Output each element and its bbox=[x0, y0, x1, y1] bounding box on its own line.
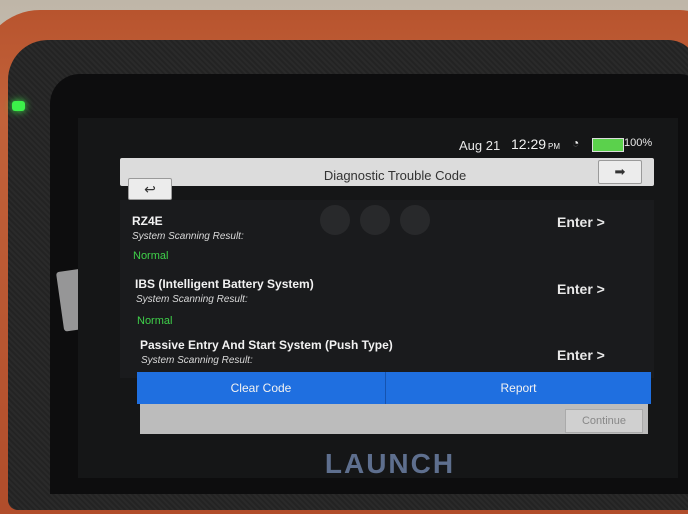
status-ampm: PM bbox=[548, 142, 561, 151]
clear-code-button[interactable]: Clear Code bbox=[137, 372, 386, 404]
screen-smear bbox=[400, 205, 430, 235]
system-result-label: System Scanning Result: bbox=[136, 294, 248, 305]
system-name: Passive Entry And Start System (Push Typ… bbox=[140, 338, 393, 352]
back-arrow-icon: ↩ bbox=[144, 180, 156, 197]
screen-smear bbox=[320, 205, 350, 235]
enter-button[interactable]: Enter > bbox=[557, 214, 605, 230]
enter-button[interactable]: Enter > bbox=[557, 281, 605, 297]
battery-percent: 100% bbox=[624, 137, 653, 149]
power-led bbox=[12, 101, 25, 111]
back-button[interactable]: ↩ bbox=[128, 178, 172, 200]
brand-logo: LAUNCH bbox=[324, 448, 456, 479]
screen-smear bbox=[360, 205, 390, 235]
system-name: RZ4E bbox=[132, 214, 163, 228]
exit-icon: ➡ bbox=[614, 164, 626, 179]
enter-button[interactable]: Enter > bbox=[557, 347, 605, 363]
continue-button[interactable]: Continue bbox=[565, 409, 643, 433]
exit-button[interactable]: ➡ bbox=[598, 160, 642, 184]
photo-scene: Aug 21 12:29 PM ◔ 100% ↩ ➡ Diagnostic Tro… bbox=[0, 0, 688, 514]
wifi-icon: ◔ bbox=[572, 136, 580, 150]
status-time: 12:29 PM bbox=[511, 136, 560, 152]
system-result-label: System Scanning Result: bbox=[132, 231, 244, 242]
system-name: IBS (Intelligent Battery System) bbox=[135, 277, 314, 291]
system-result-label: System Scanning Result: bbox=[141, 355, 253, 366]
system-status: Normal bbox=[137, 315, 173, 327]
status-date: Aug 21 bbox=[459, 138, 501, 153]
battery-icon bbox=[592, 138, 624, 152]
system-status: Normal bbox=[133, 250, 169, 262]
report-button[interactable]: Report bbox=[386, 372, 651, 404]
page-title: Diagnostic Trouble Code bbox=[323, 168, 467, 183]
status-time-value: 12:29 bbox=[511, 136, 547, 152]
